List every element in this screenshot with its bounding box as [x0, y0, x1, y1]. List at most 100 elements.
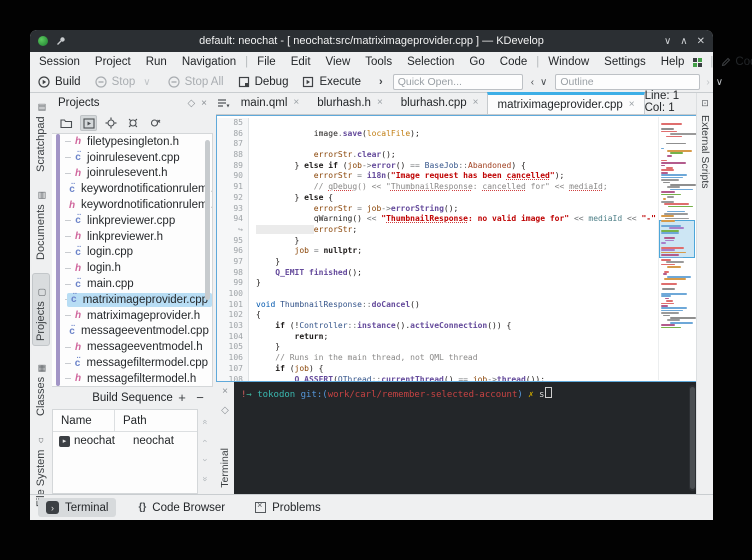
file-row[interactable]: c̈matriximageprovider.cpp	[52, 292, 212, 308]
move-down-icon[interactable]: ›	[201, 459, 211, 462]
file-row[interactable]: c̈joinrulesevent.cpp	[52, 150, 212, 166]
code-text: }	[249, 257, 280, 268]
maximize-button[interactable]: ∧	[680, 36, 687, 47]
menu-item-file[interactable]: File	[257, 56, 276, 68]
menu-item-navigation[interactable]: Navigation	[182, 56, 236, 68]
nav-back-icon[interactable]: ‹	[531, 77, 534, 88]
close-button[interactable]: ✕	[697, 36, 705, 47]
file-row[interactable]: hkeywordnotificationrulem...	[52, 197, 212, 213]
menu-item-code[interactable]: Code	[500, 56, 528, 68]
add-build-item-button[interactable]: +	[175, 390, 189, 405]
statusbar-label: Problems	[272, 502, 321, 514]
statusbar-code-browser-button[interactable]: {}Code Browser	[130, 499, 233, 517]
stop-button[interactable]: Stop ∨	[95, 76, 154, 88]
menu-item-window[interactable]: Window	[548, 56, 589, 68]
statusbar-problems-button[interactable]: Problems	[247, 499, 329, 517]
build-button[interactable]: Build	[38, 76, 81, 88]
execute-button[interactable]: Execute	[302, 76, 361, 88]
file-row[interactable]: c̈keywordnotificationrulem...	[52, 181, 212, 197]
code-text: Q_EMIT finished();	[249, 268, 362, 279]
file-name: linkpreviewer.h	[87, 231, 163, 243]
terminal-scrollbar[interactable]	[689, 385, 696, 491]
title-bar[interactable]: default: neochat - [ neochat:src/matrixi…	[30, 30, 713, 52]
nav-dropdown2-icon[interactable]: ∨	[716, 77, 723, 88]
menu-item-run[interactable]: Run	[146, 56, 167, 68]
file-row[interactable]: hmessagefiltermodel.h	[52, 371, 212, 387]
toolbar-expand-icon[interactable]: ›	[379, 76, 383, 88]
file-row[interactable]: hmessageeventmodel.h	[52, 339, 212, 355]
editor-tab-blurhash-h[interactable]: blurhash.h×	[308, 92, 392, 113]
close-tab-icon[interactable]: ×	[629, 99, 635, 110]
menu-item-go[interactable]: Go	[469, 56, 484, 68]
code-editor[interactable]: 8586 image.save(localFile);8788 errorStr…	[216, 115, 697, 382]
file-name: messagefiltermodel.cpp	[87, 357, 208, 369]
open-project-button[interactable]	[58, 115, 75, 131]
menu-item-project[interactable]: Project	[95, 56, 131, 68]
minimap-scrollbar[interactable]	[658, 117, 695, 380]
move-bottom-icon[interactable]: »	[200, 476, 210, 481]
terminal-screen[interactable]: !→ tokodon git:(work/carl/remember-selec…	[234, 382, 697, 494]
statusbar-terminal-button[interactable]: ›Terminal	[38, 498, 116, 517]
file-row[interactable]: c̈login.cpp	[52, 245, 212, 261]
session-grid-icon[interactable]	[693, 58, 702, 67]
nav-forward-icon[interactable]: ›	[706, 77, 709, 88]
file-type-icon: c̈	[69, 294, 79, 305]
file-row[interactable]: hjoinrulesevent.h	[52, 166, 212, 182]
file-row[interactable]: c̈messageeventmodel.cpp	[52, 324, 212, 340]
editor-tab-blurhash-cpp[interactable]: blurhash.cpp ×	[392, 92, 488, 113]
file-row[interactable]: c̈messagefiltermodel.cpp	[52, 355, 212, 371]
remove-build-item-button[interactable]: −	[193, 390, 207, 405]
tab-external-scripts[interactable]: External Scripts	[699, 115, 711, 189]
menu-item-help[interactable]: Help	[661, 56, 685, 68]
move-up-icon[interactable]: ‹	[201, 440, 211, 443]
debug-button[interactable]: Debug	[238, 76, 289, 88]
configure-icon[interactable]	[102, 115, 119, 131]
close-tab-icon[interactable]: ×	[473, 97, 479, 108]
stop-all-button[interactable]: Stop All	[168, 76, 224, 88]
menu-item-settings[interactable]: Settings	[604, 56, 646, 68]
editor-tab-label: blurhash.cpp	[401, 97, 467, 109]
move-top-icon[interactable]: «	[200, 419, 210, 424]
build-sequence-row[interactable]: ▸neochatneochat	[53, 432, 197, 450]
close-terminal-icon[interactable]: ×	[222, 386, 228, 397]
reload-gear-icon[interactable]	[124, 115, 141, 131]
sidebar-tab-projects[interactable]: Projects▢	[32, 273, 50, 346]
build-selection-button[interactable]	[80, 115, 97, 131]
float-terminal-icon[interactable]: ◇	[221, 405, 229, 416]
code-line: 91 // qDebug() << "ThumbnailResponse: ca…	[217, 182, 659, 193]
close-tab-icon[interactable]: ×	[377, 97, 383, 108]
gear-refresh-icon	[127, 117, 139, 129]
sidebar-tab-documents[interactable]: Documents▥	[33, 185, 49, 264]
editor-tab-main-qml[interactable]: main.qml×	[232, 92, 309, 113]
tree-scrollbar[interactable]	[205, 140, 210, 300]
file-row[interactable]: hlinkpreviewer.h	[52, 229, 212, 245]
menu-item-view[interactable]: View	[326, 56, 351, 68]
file-row[interactable]: hlogin.h	[52, 260, 212, 276]
file-row[interactable]: hmatriximageprovider.h	[52, 308, 212, 324]
menu-item-edit[interactable]: Edit	[291, 56, 311, 68]
file-row[interactable]: hfiletypesingleton.h	[52, 134, 212, 150]
sidebar-tab-scratchpad[interactable]: Scratchpad▤	[33, 97, 49, 176]
menu-item-session[interactable]: Session	[39, 56, 80, 68]
outline-input[interactable]	[555, 74, 700, 90]
file-row[interactable]: c̈linkpreviewer.cpp	[52, 213, 212, 229]
prune-gear-icon[interactable]	[146, 115, 163, 131]
nav-dropdown-icon[interactable]: ∨	[540, 77, 547, 88]
editor-tab-matriximageprovider-cpp[interactable]: matriximageprovider.cpp×	[487, 92, 644, 114]
pin-icon[interactable]	[56, 36, 66, 46]
menu-item-tools[interactable]: Tools	[365, 56, 392, 68]
close-tab-icon[interactable]: ×	[293, 97, 299, 108]
quick-open-input[interactable]	[393, 74, 523, 90]
sidebar-tab-classes[interactable]: Classes▦	[33, 355, 49, 420]
projects-icon: ▢	[36, 287, 46, 297]
close-panel-icon[interactable]: ×	[201, 98, 207, 109]
document-list-icon[interactable]	[216, 92, 232, 114]
minimize-button[interactable]: ∨	[664, 36, 671, 47]
code-dropdown-button[interactable]: Code ∨	[721, 56, 752, 68]
editor-area: main.qml×blurhash.h×blurhash.cpp×matrixi…	[216, 93, 697, 494]
file-row[interactable]: c̈main.cpp	[52, 276, 212, 292]
minimap-line	[663, 182, 669, 184]
menu-item-selection[interactable]: Selection	[407, 56, 454, 68]
status-bar: ›Terminal {}Code Browser Problems	[30, 494, 713, 520]
float-panel-icon[interactable]: ◇	[187, 98, 195, 109]
